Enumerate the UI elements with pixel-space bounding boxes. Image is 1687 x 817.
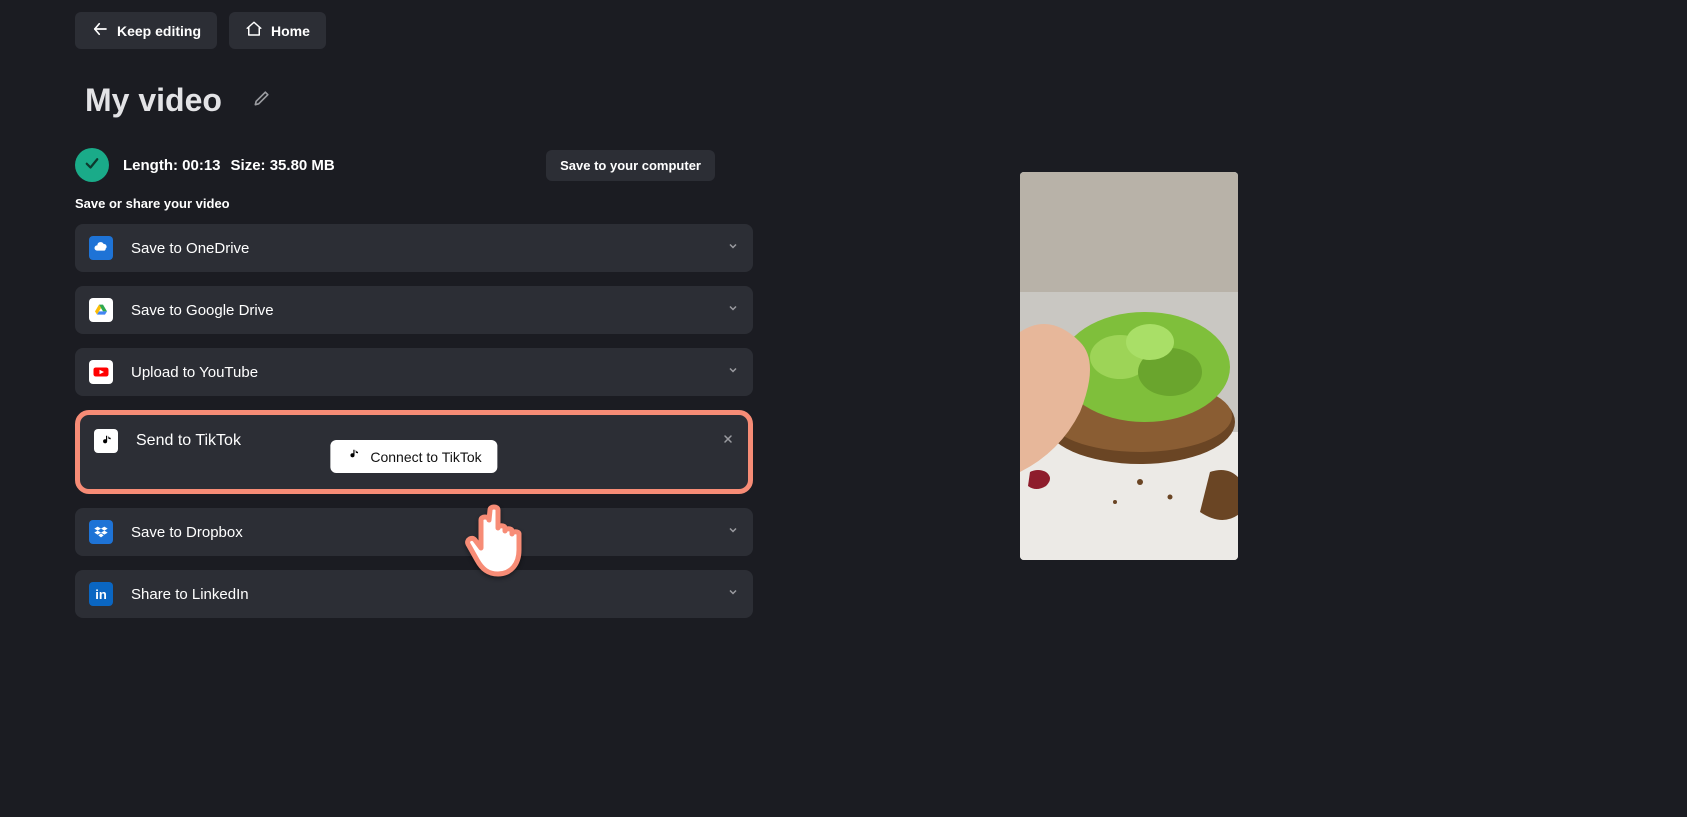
connect-tiktok-label: Connect to TikTok bbox=[370, 449, 481, 465]
chevron-down-icon bbox=[727, 239, 739, 257]
share-row-youtube[interactable]: Upload to YouTube bbox=[75, 348, 753, 396]
arrow-left-icon bbox=[91, 20, 109, 41]
share-row-onedrive[interactable]: Save to OneDrive bbox=[75, 224, 753, 272]
export-status-text: Length: 00:13 Size: 35.80 MB bbox=[123, 157, 335, 174]
dropbox-icon bbox=[89, 520, 113, 544]
tiktok-icon bbox=[94, 429, 118, 453]
share-row-label: Send to TikTok bbox=[136, 432, 241, 450]
chevron-down-icon bbox=[727, 585, 739, 603]
share-row-google-drive[interactable]: Save to Google Drive bbox=[75, 286, 753, 334]
linkedin-icon: in bbox=[89, 582, 113, 606]
share-row-tiktok-expanded: Send to TikTok Connect to TikTok bbox=[75, 410, 753, 494]
video-preview-thumbnail bbox=[1020, 172, 1238, 560]
share-row-label: Share to LinkedIn bbox=[131, 586, 249, 603]
share-row-dropbox[interactable]: Save to Dropbox bbox=[75, 508, 753, 556]
share-row-linkedin[interactable]: in Share to LinkedIn bbox=[75, 570, 753, 618]
keep-editing-button[interactable]: Keep editing bbox=[75, 12, 217, 49]
close-icon bbox=[722, 432, 734, 449]
check-icon bbox=[83, 154, 101, 177]
save-to-computer-button[interactable]: Save to your computer bbox=[546, 150, 715, 181]
share-section-label: Save or share your video bbox=[75, 196, 230, 211]
chevron-down-icon bbox=[727, 363, 739, 381]
home-icon bbox=[245, 20, 263, 41]
home-label: Home bbox=[271, 23, 310, 39]
home-button[interactable]: Home bbox=[229, 12, 326, 49]
keep-editing-label: Keep editing bbox=[117, 23, 201, 39]
share-list: Save to OneDrive Save to Google Drive Up… bbox=[75, 224, 753, 618]
export-complete-badge bbox=[75, 148, 109, 182]
tiktok-icon bbox=[346, 448, 360, 465]
collapse-tiktok-button[interactable] bbox=[722, 432, 734, 450]
edit-title-button[interactable] bbox=[252, 88, 272, 113]
save-to-computer-label: Save to your computer bbox=[560, 158, 701, 173]
share-row-label: Save to Dropbox bbox=[131, 524, 243, 541]
share-row-label: Upload to YouTube bbox=[131, 364, 258, 381]
connect-tiktok-button[interactable]: Connect to TikTok bbox=[330, 440, 497, 473]
share-row-label: Save to Google Drive bbox=[131, 302, 274, 319]
chevron-down-icon bbox=[727, 523, 739, 541]
onedrive-icon bbox=[89, 236, 113, 260]
youtube-icon bbox=[89, 360, 113, 384]
chevron-down-icon bbox=[727, 301, 739, 319]
share-row-label: Save to OneDrive bbox=[131, 240, 249, 257]
page-title: My video bbox=[85, 82, 222, 119]
pencil-icon bbox=[252, 95, 272, 112]
google-drive-icon bbox=[89, 298, 113, 322]
